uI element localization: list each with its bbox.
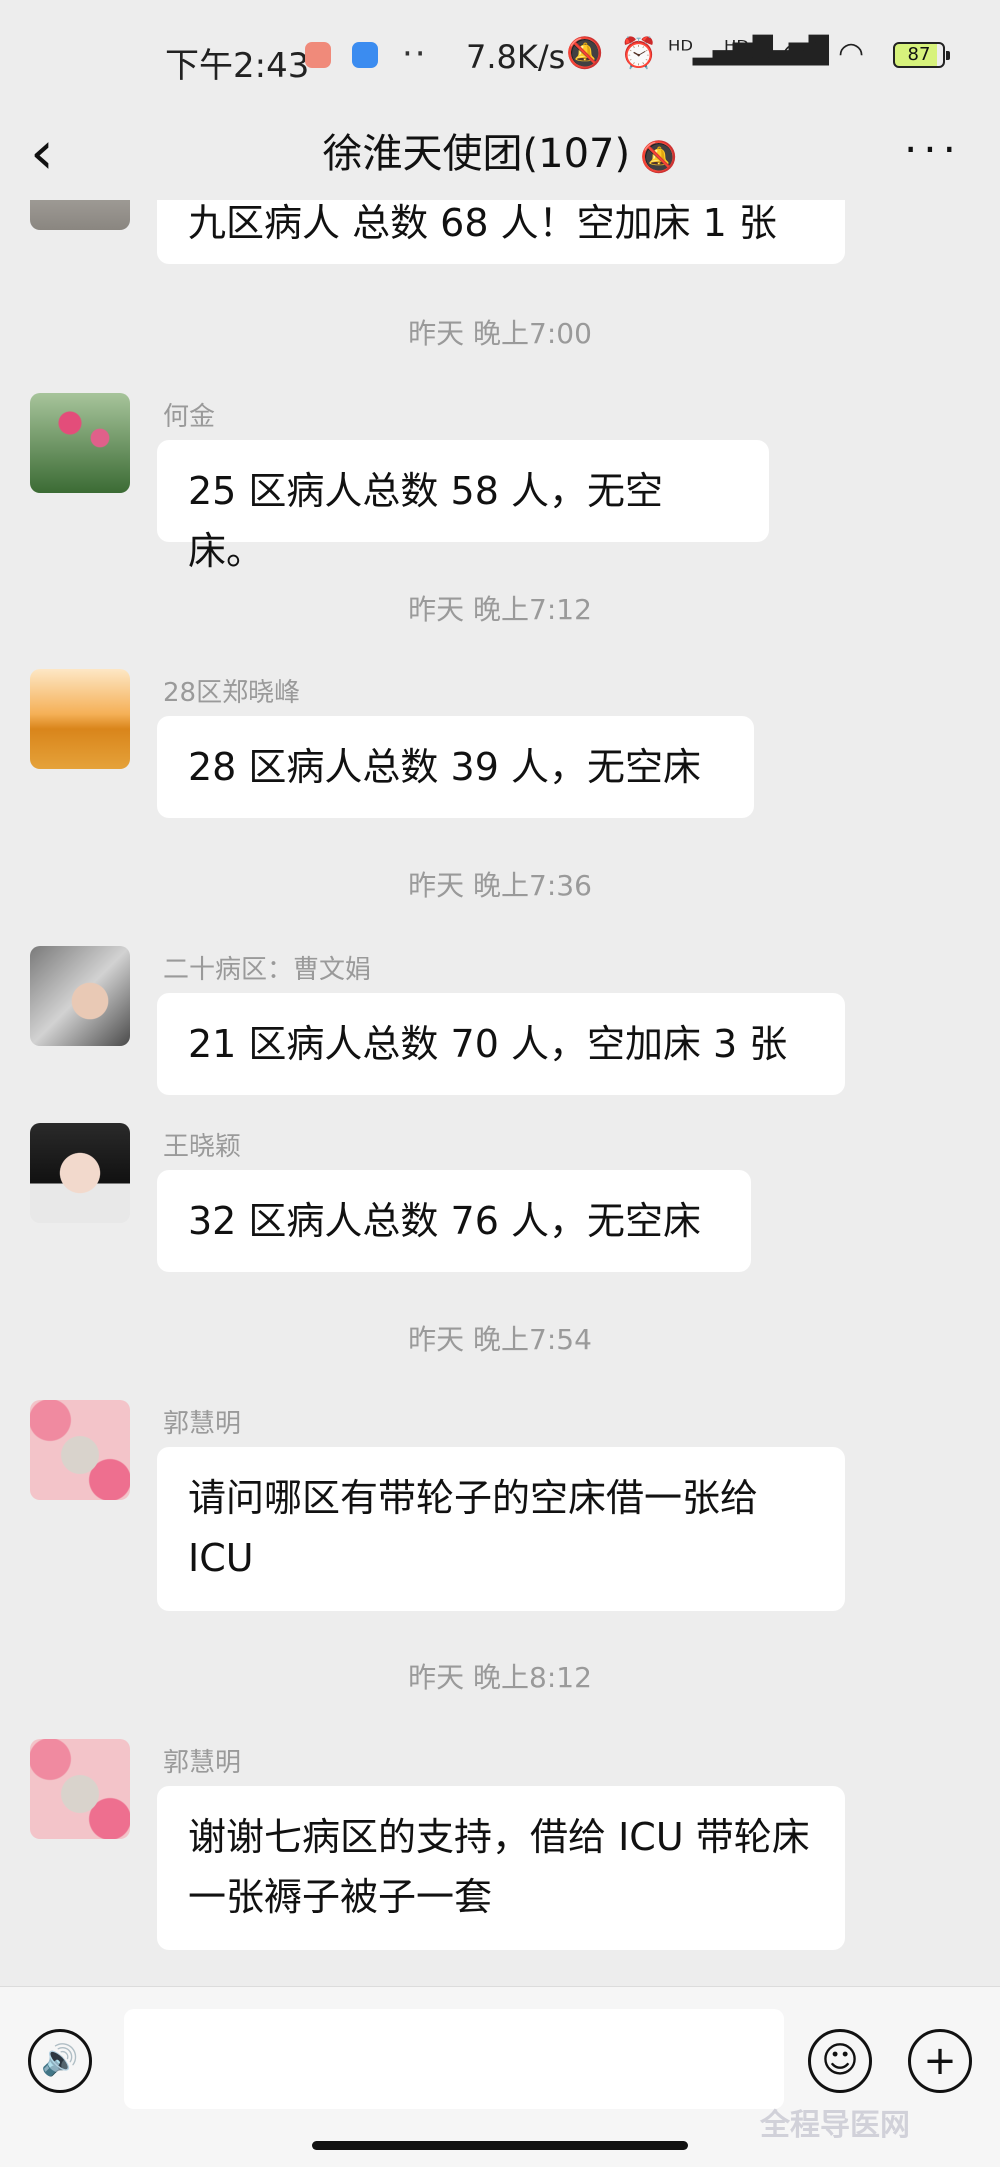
- message-bubble[interactable]: 25 区病人总数 58 人，无空床。: [157, 440, 769, 573]
- sender-name: 何金: [163, 402, 216, 432]
- sender-name: 王晓颖: [163, 1132, 242, 1162]
- message-list[interactable]: 九区病人 总数 68 人！空加床 1 张 昨天 晚上7:00 何金 25 区病人…: [0, 200, 1000, 1986]
- more-options-button[interactable]: ···: [904, 120, 962, 180]
- timestamp: 昨天 晚上8:12: [408, 1661, 592, 1694]
- message-input[interactable]: [124, 2009, 784, 2109]
- sender-name: 郭慧明: [163, 1748, 242, 1778]
- notification-app-icon: [305, 42, 331, 68]
- message-bubble[interactable]: 28 区病人总数 39 人，无空床: [157, 716, 754, 818]
- add-icon[interactable]: +: [908, 2029, 972, 2093]
- avatar[interactable]: [30, 200, 130, 230]
- chat-header: ‹ 徐淮天使团(107) 🔕 ···: [0, 110, 1000, 200]
- avatar[interactable]: [30, 1123, 130, 1223]
- alarm-icon: ⏰: [620, 36, 658, 71]
- avatar[interactable]: [30, 393, 130, 493]
- group-name: 徐淮天使团(107): [322, 131, 631, 177]
- message-bubble[interactable]: 21 区病人总数 70 人，空加床 3 张: [157, 993, 845, 1095]
- cloud-app-icon: [352, 42, 378, 68]
- message-bubble[interactable]: 九区病人 总数 68 人！空加床 1 张: [157, 200, 845, 264]
- emoji-icon[interactable]: ☺: [808, 2029, 872, 2093]
- sender-name: 28区郑晓峰: [163, 678, 301, 708]
- timestamp: 昨天 晚上7:00: [408, 317, 592, 350]
- battery-icon: 87: [893, 42, 950, 68]
- avatar[interactable]: [30, 669, 130, 769]
- status-time: 下午2:43: [165, 46, 310, 86]
- timestamp: 昨天 晚上7:12: [408, 593, 592, 626]
- message-bubble[interactable]: 谢谢七病区的支持，借给 ICU 带轮床一张褥子被子一套: [157, 1786, 845, 1950]
- avatar[interactable]: [30, 1400, 130, 1500]
- avatar[interactable]: [30, 1739, 130, 1839]
- sender-name: 二十病区：曹文娟: [163, 955, 372, 985]
- status-bar: 下午2:43 ·· 7.8K/s 🔕 ⏰ ᴴᴰ▂▄▆█ ᴴᴰ▂▄▆█ ◠⁺ ◠ …: [0, 0, 1000, 110]
- chat-title: 徐淮天使团(107) 🔕: [0, 124, 1000, 188]
- message-bubble[interactable]: 请问哪区有带轮子的空床借一张给ICU: [157, 1447, 845, 1611]
- wifi-plus-icon: ◠⁺: [782, 36, 825, 71]
- avatar[interactable]: [30, 946, 130, 1046]
- timestamp: 昨天 晚上7:54: [408, 1323, 592, 1356]
- mute-icon: 🔕: [566, 36, 604, 71]
- home-indicator[interactable]: [312, 2141, 688, 2150]
- sender-name: 郭慧明: [163, 1409, 242, 1439]
- voice-input-icon[interactable]: 🔊: [28, 2029, 92, 2093]
- status-more-dots: ··: [402, 34, 428, 74]
- timestamp: 昨天 晚上7:36: [408, 869, 592, 902]
- muted-bell-icon: 🔕: [640, 140, 678, 175]
- wifi-icon: ◠: [838, 36, 865, 71]
- network-speed: 7.8K/s: [466, 38, 566, 76]
- message-bubble[interactable]: 32 区病人总数 76 人，无空床: [157, 1170, 751, 1272]
- watermark: 全程导医网: [760, 2108, 910, 2143]
